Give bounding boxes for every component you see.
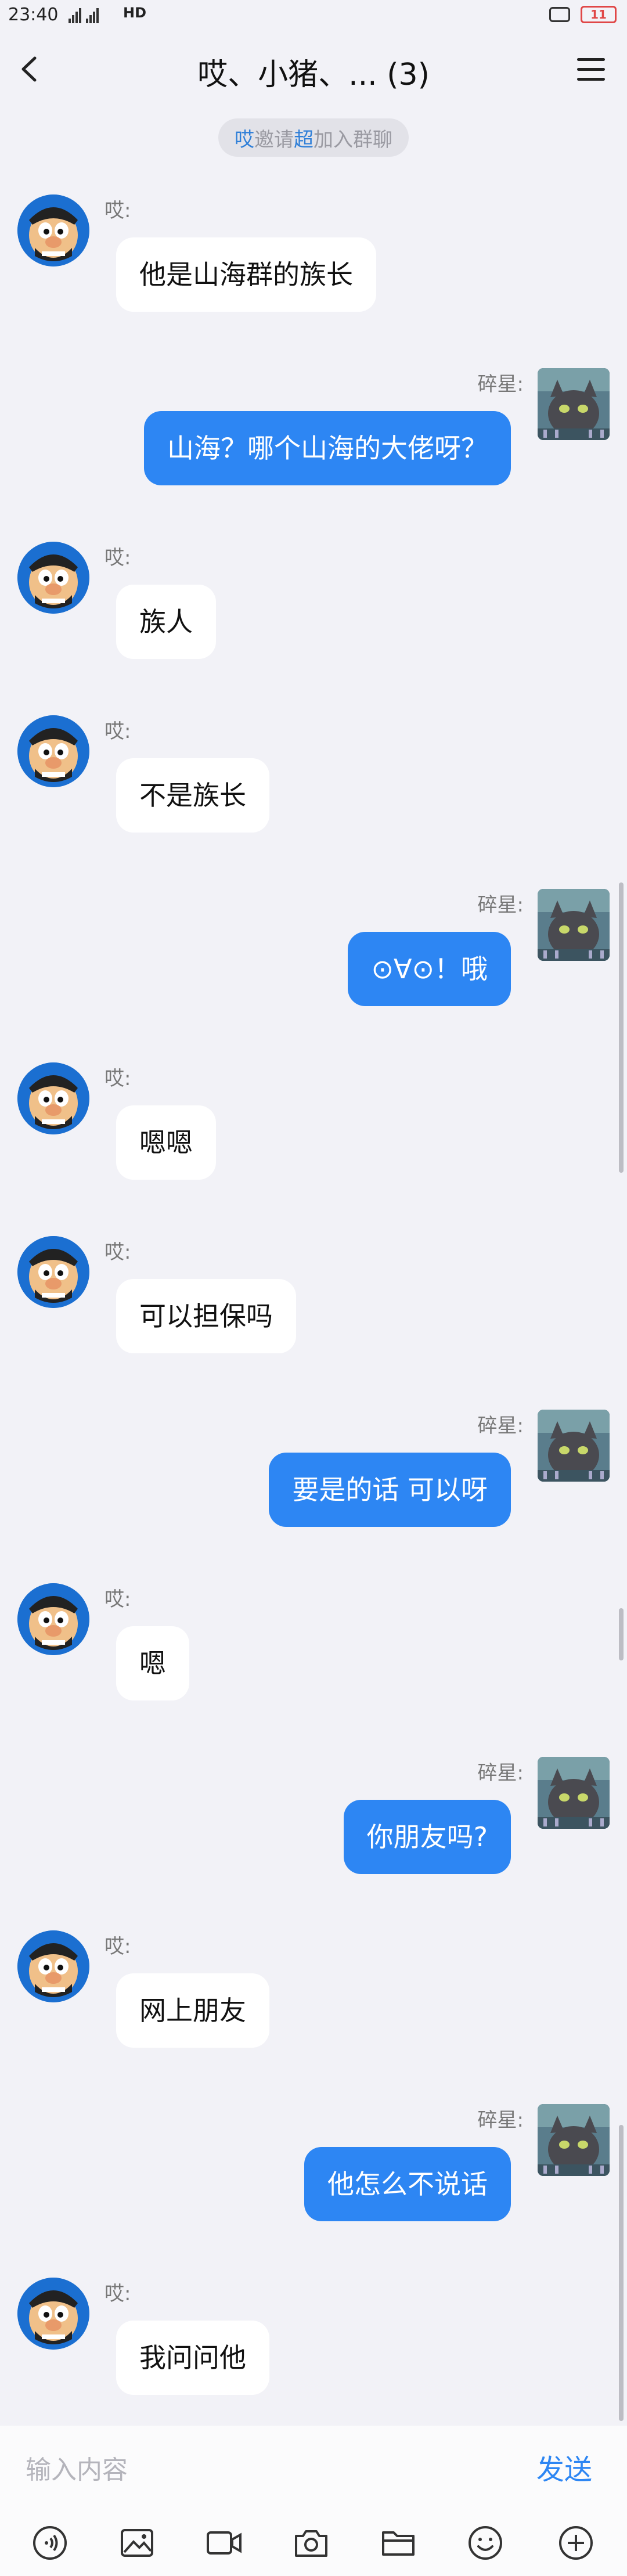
sender-avatar[interactable] <box>17 715 89 787</box>
message-row: 碎星: 山海？哪个山海的大佬呀？ <box>0 368 627 519</box>
self-avatar[interactable] <box>538 368 610 440</box>
message-bubble[interactable]: 可以担保吗 <box>116 1279 296 1353</box>
sender-name: 碎星: <box>477 1761 524 1785</box>
message-bubble[interactable]: 要是的话 可以呀 <box>269 1453 511 1527</box>
message-row: 碎星: ⊙∀⊙！哦 <box>0 889 627 1040</box>
message-bubble[interactable]: ⊙∀⊙！哦 <box>348 932 511 1006</box>
sender-avatar[interactable] <box>17 1583 89 1655</box>
self-avatar[interactable] <box>538 1757 610 1829</box>
message-bubble[interactable]: 我问问他 <box>116 2321 269 2395</box>
battery-icon: 11 <box>581 6 617 23</box>
self-avatar[interactable] <box>538 1410 610 1482</box>
message-row: 哎: 可以担保吗 <box>0 1236 627 1387</box>
message-row: 哎: 嗯嗯 <box>0 1062 627 1213</box>
input-toolbar <box>0 2507 627 2576</box>
plus-icon[interactable] <box>557 2524 594 2561</box>
sender-name: 哎: <box>105 1241 131 1264</box>
emoji-icon[interactable] <box>467 2524 504 2561</box>
sender-name: 哎: <box>105 546 131 570</box>
sender-avatar[interactable] <box>17 194 89 266</box>
sender-avatar[interactable] <box>17 1062 89 1134</box>
camera-icon[interactable] <box>293 2524 330 2561</box>
message-row: 哎: 不是族长 <box>0 715 627 866</box>
message-bubble[interactable]: 他是山海群的族长 <box>116 237 376 312</box>
system-notice: 哎 邀请 超 加入群聊 <box>218 118 409 157</box>
sender-name: 碎星: <box>477 1414 524 1437</box>
send-button[interactable]: 发送 <box>536 2447 592 2487</box>
battery-level: 11 <box>590 8 607 21</box>
notice-inviter[interactable]: 哎 <box>235 124 254 152</box>
vibrate-icon <box>549 7 570 22</box>
sender-name: 碎星: <box>477 894 524 917</box>
sender-name: 哎: <box>105 199 131 222</box>
sender-avatar[interactable] <box>17 1236 89 1308</box>
message-bubble[interactable]: 嗯嗯 <box>116 1105 216 1180</box>
scrollbar-marker <box>619 1608 624 1660</box>
signal-icon <box>69 8 100 23</box>
chat-header: 哎、小猪、... (3) <box>0 35 627 105</box>
message-row: 碎星: 他怎么不说话 <box>0 2104 627 2255</box>
sender-avatar[interactable] <box>17 542 89 614</box>
message-row: 碎星: 你朋友吗? <box>0 1757 627 1908</box>
sender-name: 哎: <box>105 720 131 743</box>
message-input[interactable]: 输入内容 <box>26 2449 128 2486</box>
message-bubble[interactable]: 你朋友吗? <box>343 1800 511 1874</box>
chat-title: 哎、小猪、... (3) <box>197 57 430 92</box>
sender-name: 碎星: <box>477 2109 524 2132</box>
scrollbar-thumb[interactable] <box>619 882 624 1173</box>
menu-icon[interactable] <box>577 57 605 82</box>
message-row: 哎: 族人 <box>0 542 627 693</box>
network-label: HD <box>123 5 147 21</box>
message-bubble[interactable]: 山海？哪个山海的大佬呀？ <box>144 411 511 485</box>
notice-joined: 加入群聊 <box>314 128 392 152</box>
notice-invitee[interactable]: 超 <box>294 124 314 152</box>
input-bar: 输入内容 发送 <box>0 2426 627 2507</box>
message-bubble[interactable]: 网上朋友 <box>116 1973 269 2048</box>
message-bubble[interactable]: 他怎么不说话 <box>304 2147 511 2221</box>
status-bar: 23:40 HD 11 <box>0 0 627 35</box>
message-row: 哎: 网上朋友 <box>0 1930 627 2081</box>
sender-avatar[interactable] <box>17 1930 89 2002</box>
voice-icon[interactable] <box>31 2524 69 2561</box>
self-avatar[interactable] <box>538 2104 610 2176</box>
message-bubble[interactable]: 嗯 <box>116 1626 189 1700</box>
sender-name: 哎: <box>105 1935 131 1958</box>
message-row: 哎: 我问问他 <box>0 2278 627 2429</box>
sender-avatar[interactable] <box>17 2278 89 2350</box>
message-bubble[interactable]: 族人 <box>116 585 216 659</box>
message-row: 碎星: 要是的话 可以呀 <box>0 1410 627 1561</box>
sender-name: 哎: <box>105 2282 131 2305</box>
scrollbar-thumb-lower[interactable] <box>619 2125 624 2421</box>
sender-name: 碎星: <box>477 373 524 396</box>
sender-name: 哎: <box>105 1067 131 1090</box>
sender-name: 哎: <box>105 1588 131 1611</box>
notice-invite-word: 邀请 <box>254 128 294 152</box>
image-icon[interactable] <box>118 2524 156 2561</box>
status-time: 23:40 <box>8 5 59 25</box>
message-row: 哎: 嗯 <box>0 1583 627 1734</box>
video-icon[interactable] <box>206 2524 243 2561</box>
message-row: 哎: 他是山海群的族长 <box>0 194 627 345</box>
folder-icon[interactable] <box>380 2524 417 2561</box>
message-bubble[interactable]: 不是族长 <box>116 758 269 833</box>
self-avatar[interactable] <box>538 889 610 961</box>
